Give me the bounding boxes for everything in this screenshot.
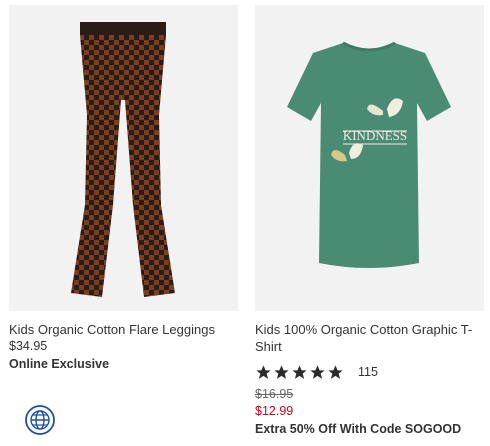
tshirt-graphic-text: KINDNESS [343,128,407,143]
review-count[interactable]: 115 [358,365,378,379]
product-image-leggings[interactable] [9,5,238,311]
product-title[interactable]: Kids 100% Organic Cotton Graphic T-Shirt [255,321,484,355]
sale-price: $12.99 [255,404,294,418]
star-icon [274,364,289,379]
star-icon [310,364,325,379]
star-rating[interactable]: 115 [255,363,484,381]
star-icon [328,364,343,379]
star-icon [256,364,271,379]
globe-icon[interactable] [24,404,56,436]
product-title[interactable]: Kids Organic Cotton Flare Leggings [9,321,238,338]
tshirt-image: KINDNESS [287,41,451,268]
product-price: $34.95 [9,339,48,353]
star-icon [292,364,307,379]
promo-text: Extra 50% Off With Code SOGOOD [255,422,462,436]
leggings-image [71,22,175,297]
original-price: $16.95 [255,387,294,401]
product-image-tshirt[interactable]: KINDNESS [255,5,484,311]
product-card-leggings[interactable]: Kids Organic Cotton Flare Leggings $34.9… [9,5,238,373]
online-exclusive-badge: Online Exclusive [9,357,110,371]
stars [255,364,344,381]
product-card-tshirt[interactable]: KINDNESS Kids 100% Organic Cotton Graphi… [255,5,484,438]
